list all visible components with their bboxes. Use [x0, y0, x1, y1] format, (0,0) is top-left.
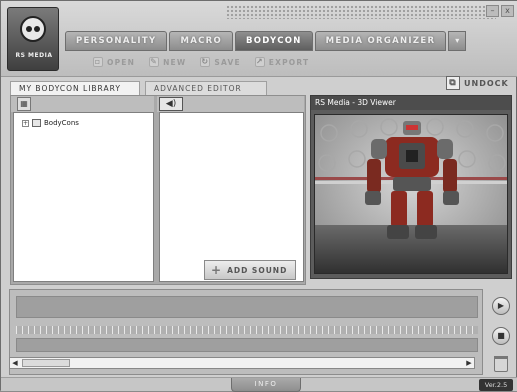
app-window: RS MEDIA – x PERSONALITY MACRO BODYCON M…	[0, 0, 517, 392]
play-button[interactable]: ▶	[492, 297, 510, 315]
new-label: NEW	[163, 57, 187, 67]
timeline-scrollbar[interactable]: ◀ ▶	[9, 357, 475, 369]
export-label: EXPORT	[268, 57, 310, 67]
tree-item-bodycons[interactable]: + BodyCons	[22, 119, 79, 127]
trash-icon[interactable]	[494, 356, 508, 372]
new-icon: ✎	[149, 57, 160, 67]
header: RS MEDIA – x PERSONALITY MACRO BODYCON M…	[1, 1, 517, 77]
rs-media-logo: RS MEDIA	[7, 7, 59, 71]
advanced-editor-panel[interactable]	[159, 112, 304, 282]
tab-macro[interactable]: MACRO	[169, 31, 233, 51]
timeline-track-bottom[interactable]	[16, 338, 478, 352]
tab-media-organizer[interactable]: MEDIA ORGANIZER	[314, 31, 447, 51]
export-button[interactable]: ↗ EXPORT	[254, 55, 310, 69]
expand-icon[interactable]: +	[22, 119, 29, 127]
robot-scene-graphic	[315, 115, 507, 273]
3d-viewer-scene[interactable]	[314, 114, 508, 274]
open-label: OPEN	[107, 57, 136, 67]
tab-overflow-button[interactable]: ▾	[448, 31, 467, 51]
library-tree-icon[interactable]: ▦	[17, 97, 31, 111]
save-icon: ↻	[200, 57, 211, 67]
footer-bar: INFO Ver.2.5	[1, 377, 517, 392]
scroll-thumb[interactable]	[22, 359, 70, 367]
main-tab-bar: PERSONALITY MACRO BODYCON MEDIA ORGANIZE…	[65, 31, 467, 51]
undock-label: UNDOCK	[464, 78, 509, 88]
library-toolbar: ▦	[11, 96, 154, 112]
header-dot-pattern	[226, 5, 496, 19]
folder-icon	[32, 119, 41, 127]
timeline-track-top[interactable]	[16, 296, 478, 318]
save-button[interactable]: ↻ SAVE	[200, 55, 240, 69]
add-sound-button[interactable]: + ADD SOUND	[204, 260, 296, 280]
undock-button[interactable]: ⧉ UNDOCK	[446, 75, 509, 91]
undock-icon: ⧉	[446, 76, 460, 90]
scroll-left-icon[interactable]: ◀	[10, 358, 20, 368]
robot-face-icon	[20, 16, 46, 42]
minimize-button[interactable]: –	[486, 5, 499, 17]
version-badge: Ver.2.5	[479, 379, 513, 391]
save-label: SAVE	[214, 57, 241, 67]
file-toolbar: ▫ OPEN ✎ NEW ↻ SAVE ↗ EXPORT	[93, 55, 309, 69]
stop-button[interactable]: ■	[492, 327, 510, 345]
logo-text: RS MEDIA	[15, 52, 53, 59]
speaker-icon[interactable]: ◀)	[159, 97, 183, 111]
tab-personality[interactable]: PERSONALITY	[65, 31, 168, 51]
3d-viewer: RS Media - 3D Viewer	[310, 95, 512, 279]
new-button[interactable]: ✎ NEW	[149, 55, 186, 69]
tab-my-bodycon-library[interactable]: MY BODYCON LIBRARY	[10, 81, 140, 95]
timeline-ruler[interactable]	[16, 326, 478, 334]
bodycon-library-panel[interactable]: + BodyCons	[13, 112, 154, 282]
editor-toolbar: ◀)	[157, 96, 304, 112]
tree-item-label: BodyCons	[44, 119, 79, 127]
open-button[interactable]: ▫ OPEN	[93, 55, 135, 69]
add-sound-label: ADD SOUND	[227, 265, 288, 275]
export-icon: ↗	[254, 57, 265, 67]
plus-icon: +	[211, 263, 223, 277]
viewer-title: RS Media - 3D Viewer	[311, 96, 511, 110]
tab-advanced-editor[interactable]: ADVANCED EDITOR	[145, 81, 267, 95]
open-icon: ▫	[93, 57, 103, 67]
close-button[interactable]: x	[501, 5, 514, 17]
tab-bodycon[interactable]: BODYCON	[235, 31, 313, 51]
scroll-right-icon[interactable]: ▶	[464, 358, 474, 368]
